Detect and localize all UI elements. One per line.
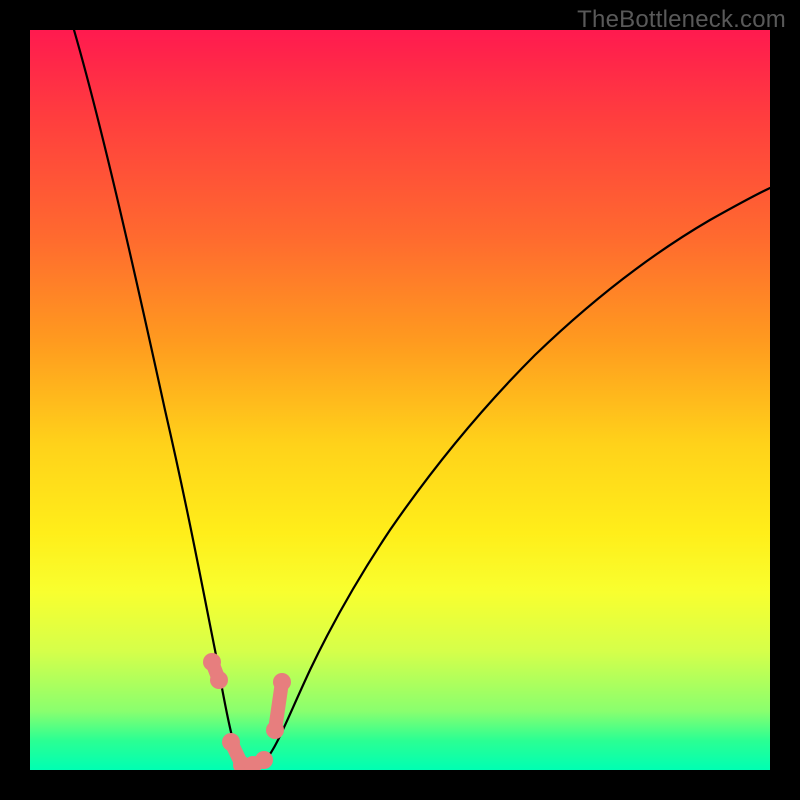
bottleneck-curve-svg (30, 30, 770, 770)
pink-marker-dot (255, 751, 273, 769)
pink-marker-dot (266, 721, 284, 739)
pink-marker-dot (203, 653, 221, 671)
watermark-text: TheBottleneck.com (577, 6, 786, 34)
pink-marker-dot (273, 673, 291, 691)
pink-marker-dot (210, 671, 228, 689)
plot-area (30, 30, 770, 770)
pink-marker-dot (222, 733, 240, 751)
chart-frame: TheBottleneck.com (0, 0, 800, 800)
bottleneck-curve-right (255, 188, 770, 769)
